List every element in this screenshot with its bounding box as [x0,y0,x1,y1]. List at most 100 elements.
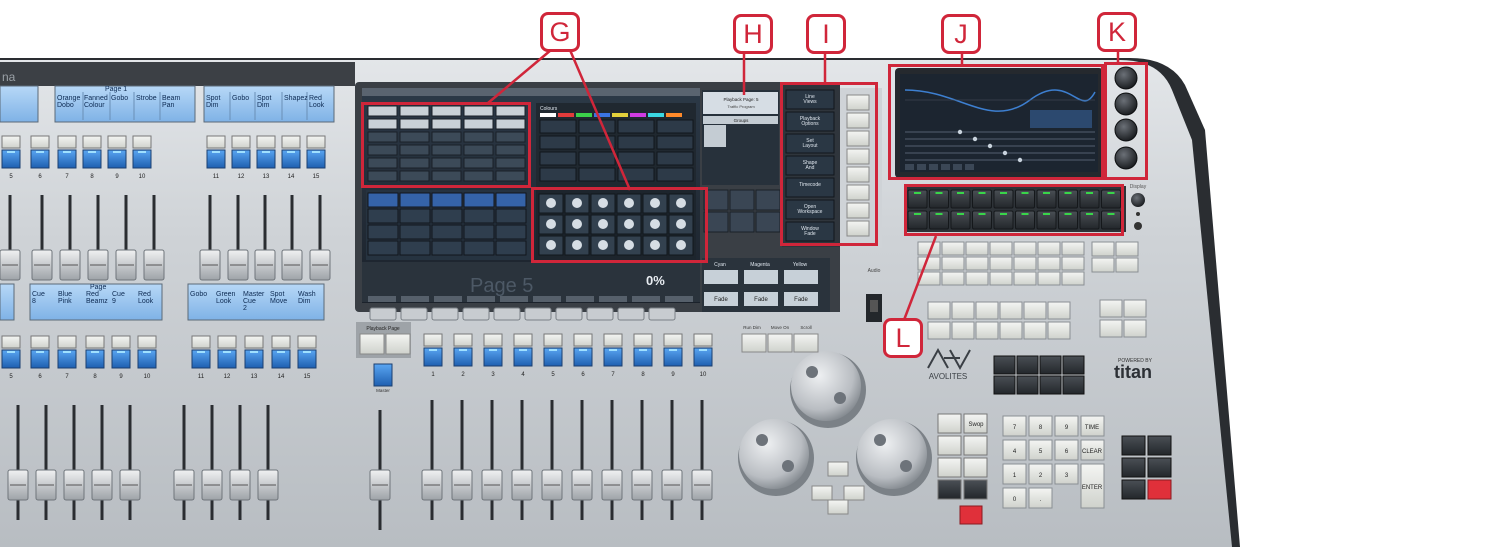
function-key [951,301,975,320]
fader-track [460,400,464,520]
led [489,349,497,351]
fade-label: Fade [754,297,768,303]
mode-key [1099,299,1123,318]
colour-palette-cell [539,135,577,150]
function-key [1037,241,1061,256]
led [250,351,258,353]
select-button [107,135,127,149]
svg-text:Scroll: Scroll [800,325,811,330]
dark-key [1062,355,1085,375]
palette-cell [495,240,527,256]
fader-track [44,405,48,520]
callout-label-g: G [540,12,580,52]
palette-cell [431,240,463,256]
led [212,151,220,153]
soft-key-button [462,307,490,321]
led [143,351,151,353]
palette-cell [367,240,399,256]
function-key [965,271,989,286]
select-button [603,333,623,347]
keypad-key-label: CLEAR [1082,449,1103,455]
led [303,351,311,353]
colour-palette-cell [539,119,577,134]
svg-text:titan: titan [1114,362,1152,382]
fader-number: 13 [251,374,258,380]
function-key [989,241,1013,256]
soft-key [533,296,561,302]
soft-key-button [617,307,645,321]
function-key [927,321,951,340]
colour-swatch [612,113,628,117]
soft-key [599,296,627,302]
colour-palette-cell [656,135,694,150]
function-key [941,271,965,286]
lcd-cell-label: Spot [270,291,284,298]
function-key [963,457,988,478]
colour-palette-cell [578,167,616,182]
palette-cell [367,192,399,208]
lcd-cell-label: Look [216,298,232,305]
svg-text:Groups: Groups [734,118,750,123]
fader-track [72,405,76,520]
function-key [963,435,988,456]
keypad-key-label: TIME [1085,425,1099,431]
fader-number: 11 [213,174,220,180]
fader-track [238,405,242,520]
function-key [1047,301,1071,320]
select-button [271,335,291,349]
fader-track [128,405,132,520]
select-button [111,335,131,349]
fader-track [580,400,584,520]
callout-label-h: H [733,14,773,54]
lcd-cell-label: Red [309,95,322,102]
mode-key [1115,241,1139,257]
function-key [941,256,965,271]
function-key [1061,256,1085,271]
select-button [423,333,443,347]
function-key [937,457,962,478]
fader-number: 13 [263,174,270,180]
palette-cell [495,208,527,224]
function-key [999,301,1023,320]
svg-text:Run Dim: Run Dim [743,325,761,330]
colour-swatch [540,113,556,117]
soft-key [368,296,396,302]
palette-cell [399,192,431,208]
led [639,349,647,351]
fader-number: 10 [139,174,146,180]
function-key [917,256,941,271]
lcd-cell-label: Beamz [86,298,108,305]
svg-text:0%: 0% [646,273,665,288]
led [237,151,245,153]
fader-track [266,405,270,520]
callout-label-i: I [806,14,846,54]
select-button [693,333,713,347]
dark-key [1039,375,1062,395]
soft-key [632,296,660,302]
function-key [989,256,1013,271]
function-key [927,301,951,320]
colour-palette-cell [539,167,577,182]
red-key [1147,479,1172,500]
lcd-cell-label: Master [243,291,265,298]
lcd-cell-label: Strobe [136,95,157,102]
dark-key [1062,375,1085,395]
h-menu-cell [729,211,755,233]
fader-track [430,400,434,520]
select-button [663,333,683,347]
fader-number: 14 [278,374,285,380]
led [312,151,320,153]
palette-cell [463,192,495,208]
cmy-cell [704,270,738,284]
function-key [1061,241,1085,256]
callout-j-display-area [888,64,1104,180]
svg-text:Move On: Move On [771,325,790,330]
led [609,349,617,351]
cmy-label: Yellow [793,262,808,268]
colour-palette-cell [617,167,655,182]
select-button [297,335,317,349]
fader-number: 14 [288,174,295,180]
fader-track [640,400,644,520]
colour-palette-cell [578,119,616,134]
fader-number: 12 [224,374,231,380]
